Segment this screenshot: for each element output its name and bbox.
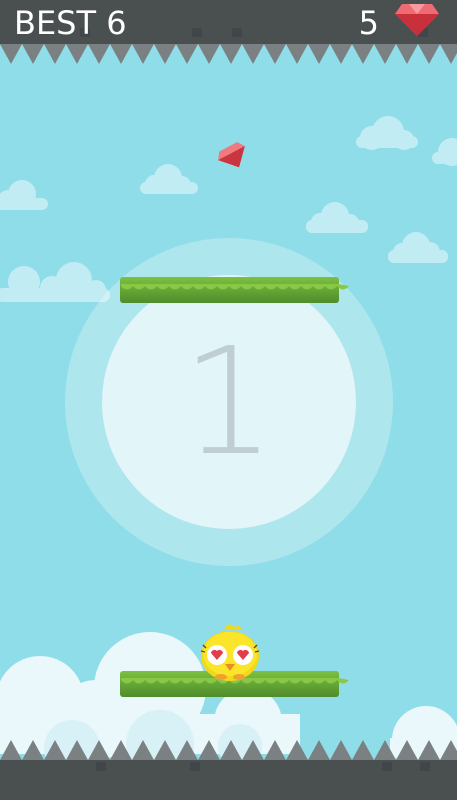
countdown-number: 1: [181, 316, 276, 488]
grass-platform-upper: [120, 277, 349, 303]
best-score-label: BEST 6: [14, 4, 127, 42]
gem-count: 5: [358, 4, 379, 42]
game-screen[interactable]: BEST 6 5 1: [0, 0, 457, 800]
